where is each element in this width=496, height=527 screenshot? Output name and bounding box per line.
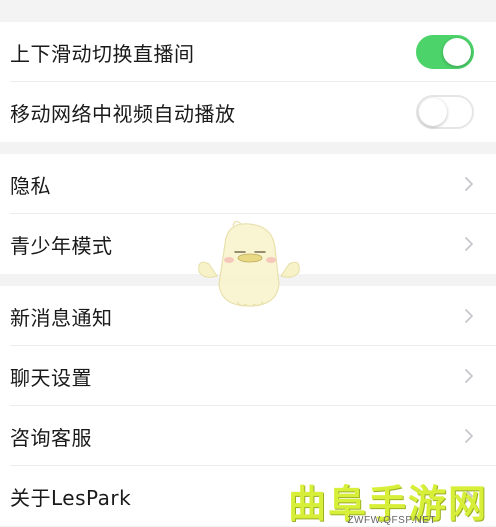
setting-label: 移动网络中视频自动播放 [10,101,236,126]
setting-row-swipe-switch-live[interactable]: 上下滑动切换直播间 [0,22,496,82]
group-spacer [0,142,496,154]
toggle-knob [443,38,471,66]
setting-row-chat-settings[interactable]: 聊天设置 [0,346,496,406]
setting-label: 咨询客服 [10,425,92,450]
watermark-url: ZWFW.QFSP.NET [347,515,436,526]
setting-label: 聊天设置 [10,365,92,390]
duck-mascot-icon [198,220,300,307]
chevron-right-icon [465,309,473,323]
setting-row-privacy[interactable]: 隐私 [0,154,496,214]
setting-label: 上下滑动切换直播间 [10,41,195,66]
setting-row-customer-service[interactable]: 咨询客服 [0,406,496,466]
chevron-right-icon [465,429,473,443]
settings-group-playback: 上下滑动切换直播间 移动网络中视频自动播放 [0,22,496,142]
swipe-switch-live-toggle[interactable] [416,35,474,69]
setting-row-mobile-autoplay[interactable]: 移动网络中视频自动播放 [0,82,496,142]
top-spacer [0,0,496,22]
chevron-right-icon [465,177,473,191]
site-watermark: 曲阜手游网 ZWFW.QFSP.NET [286,475,496,527]
mobile-autoplay-toggle[interactable] [416,95,474,129]
chevron-right-icon [465,369,473,383]
toggle-knob [419,98,447,126]
settings-screen: 上下滑动切换直播间 移动网络中视频自动播放 隐私 青少年模式 新消息通知 聊天设… [0,0,496,527]
setting-label: 隐私 [10,173,51,198]
chevron-right-icon [465,237,473,251]
